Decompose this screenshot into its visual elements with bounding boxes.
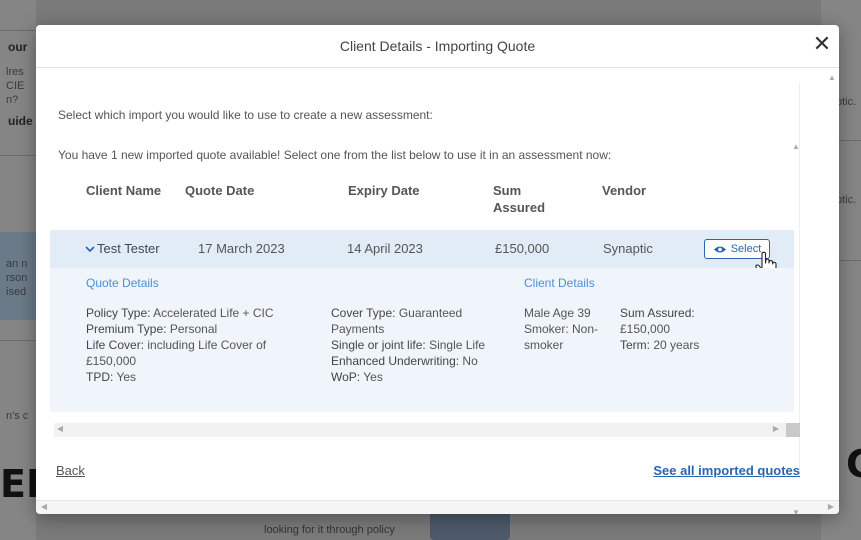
scrollbar-thumb[interactable] <box>786 423 800 437</box>
eye-icon <box>713 246 726 252</box>
import-quote-dialog: Client Details - Importing Quote ✕ ▲ ◀ ▶… <box>36 25 839 514</box>
scroll-right-icon[interactable]: ▶ <box>770 424 782 433</box>
single-joint-value: Single Life <box>429 338 486 352</box>
single-joint-label: Single or joint life: <box>331 338 426 352</box>
scroll-down-icon[interactable]: ▼ <box>790 508 802 514</box>
life-cover-label: Life Cover: <box>86 338 145 352</box>
scroll-up-icon[interactable]: ▲ <box>826 73 838 82</box>
background-text: our <box>8 40 28 54</box>
cover-details: Cover Type: Guaranteed Payments Single o… <box>331 305 516 385</box>
background-text: CIE <box>6 80 25 92</box>
background-text: lres <box>6 66 24 78</box>
dialog-title: Client Details - Importing Quote <box>339 38 536 54</box>
scroll-up-icon[interactable]: ▲ <box>790 142 802 151</box>
client-smoker-2: smoker <box>524 338 564 352</box>
client-name-text: Test Tester <box>97 241 160 256</box>
cover-type-label: Cover Type: <box>331 306 396 320</box>
premium-type-label: Premium Type: <box>86 322 167 336</box>
sum-assured-label: Sum Assured: <box>620 306 695 320</box>
background-text: ptic. <box>836 96 857 108</box>
row-expiry-date: 14 April 2023 <box>347 241 423 256</box>
row-client-name[interactable]: Test Tester <box>85 241 160 256</box>
background-text: rson <box>6 272 28 284</box>
scroll-left-icon[interactable]: ◀ <box>38 502 50 511</box>
dialog-header: Client Details - Importing Quote ✕ <box>36 25 839 68</box>
scroll-right-icon[interactable]: ▶ <box>825 502 837 511</box>
client-smoker: Smoker: Non- <box>524 322 599 336</box>
background-text: n's c <box>6 410 29 422</box>
header-client-name: Client Name <box>86 183 162 198</box>
term-label: Term: <box>620 338 650 352</box>
intro-text: Select which import you would like to us… <box>58 108 433 122</box>
background-text: looking for it through policy <box>264 524 395 536</box>
tpd-label: TPD: <box>86 370 114 384</box>
row-sum-assured: £150,000 <box>495 241 550 256</box>
header-sum-assured-line1: Sum <box>493 183 522 198</box>
client-gender-age: Male Age 39 <box>524 306 591 320</box>
cover-type-value: Guaranteed <box>398 306 463 320</box>
policy-type-label: Policy Type: <box>86 306 151 320</box>
scroll-left-icon[interactable]: ◀ <box>54 424 66 433</box>
background-text: uide <box>8 114 33 128</box>
background-text: n? <box>6 94 19 106</box>
background-text: an n <box>6 258 28 270</box>
tpd-value: Yes <box>116 370 137 384</box>
sum-assured-value: £150,000 <box>620 322 671 336</box>
header-sum-assured-line2: Assured <box>493 200 546 215</box>
chevron-down-icon[interactable] <box>85 244 95 256</box>
header-expiry-date: Expiry Date <box>348 183 420 198</box>
background-text: ised <box>6 286 27 298</box>
life-cover-amount: £150,000 <box>86 354 137 368</box>
wop-value: Yes <box>363 370 383 384</box>
client-info: Male Age 39 Smoker: Non- smoker <box>524 305 619 353</box>
back-link[interactable]: Back <box>56 463 85 478</box>
policy-details: Policy Type: Accelerated Life + CIC Prem… <box>86 305 301 385</box>
background-text: ptic. <box>836 194 857 206</box>
wop-label: WoP: <box>331 370 361 384</box>
dialog-horizontal-scrollbar[interactable]: ◀ ▶ <box>36 500 839 514</box>
background-divider <box>0 155 36 156</box>
header-sum-assured: Sum Assured <box>493 182 545 216</box>
content-horizontal-scrollbar[interactable]: ◀ ▶ <box>54 423 800 437</box>
policy-type-value: Accelerated Life + CIC <box>153 306 274 320</box>
cover-type-value-2: Payments <box>331 322 385 336</box>
background-logo-text: C <box>846 442 861 486</box>
row-vendor: Synaptic <box>603 241 653 256</box>
header-quote-date: Quote Date <box>185 183 255 198</box>
close-icon[interactable]: ✕ <box>811 33 833 55</box>
term-value: 20 years <box>653 338 700 352</box>
dialog-vertical-scrollbar[interactable]: ▲ <box>825 69 839 489</box>
row-quote-date: 17 March 2023 <box>198 241 285 256</box>
background-divider <box>0 340 36 341</box>
premium-type-value: Personal <box>169 322 218 336</box>
quote-details-heading: Quote Details <box>86 276 159 290</box>
cover-summary: Sum Assured: £150,000 Term: 20 years <box>620 305 745 353</box>
background-divider <box>0 30 36 31</box>
client-details-heading: Client Details <box>524 276 595 290</box>
header-vendor: Vendor <box>602 183 647 198</box>
see-all-imported-quotes-link[interactable]: See all imported quotes <box>653 463 800 478</box>
available-quotes-text: You have 1 new imported quote available!… <box>58 148 612 162</box>
enhanced-underwriting-label: Enhanced Underwriting: <box>331 354 460 368</box>
life-cover-value: including Life Cover of <box>147 338 267 352</box>
enhanced-underwriting-value: No <box>462 354 478 368</box>
